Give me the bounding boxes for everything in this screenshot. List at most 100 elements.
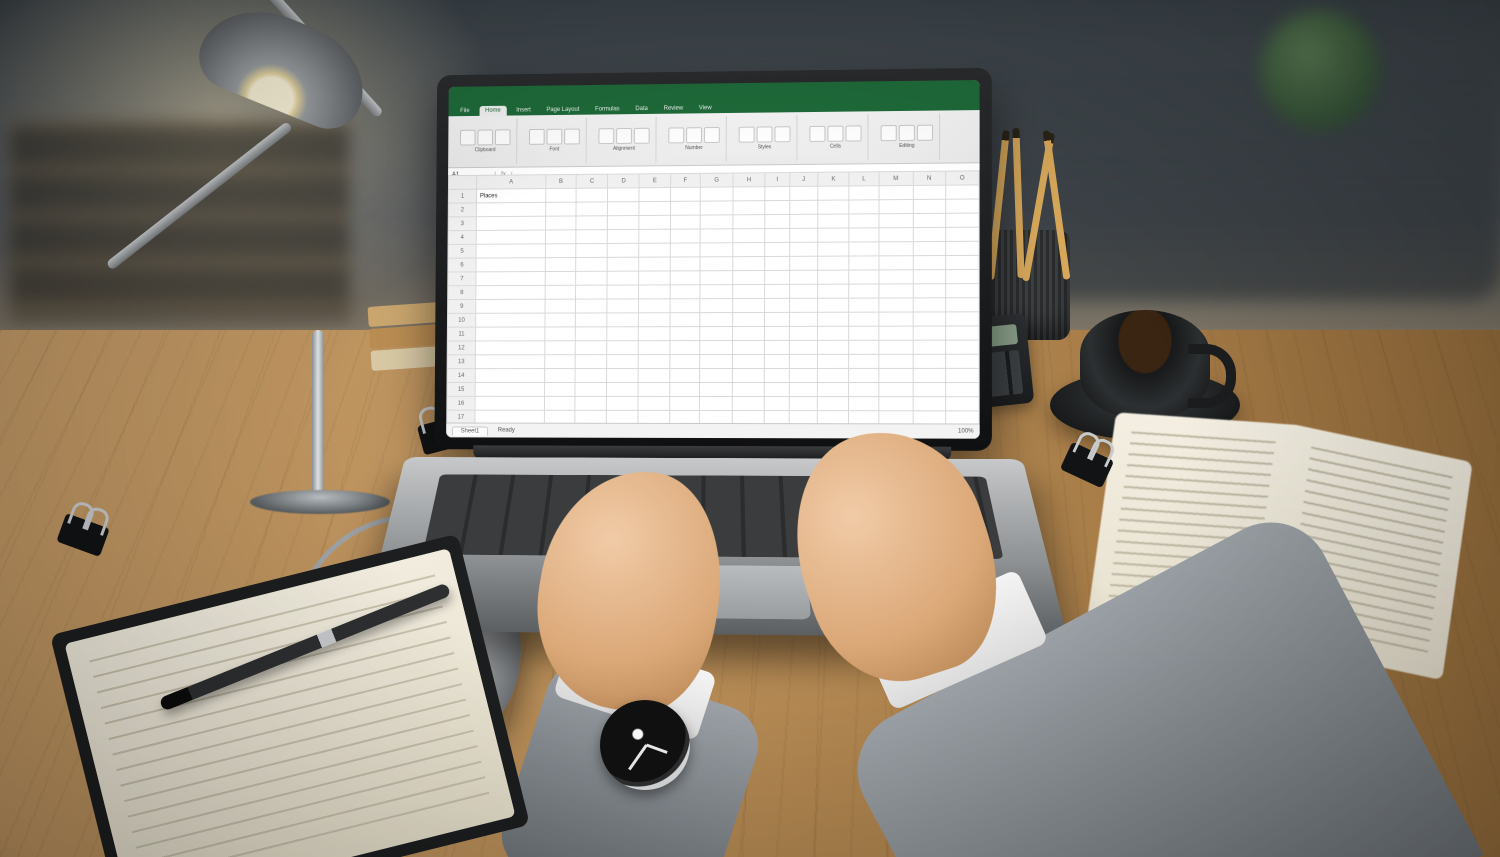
cell[interactable] [945, 326, 979, 340]
cell[interactable] [639, 327, 670, 341]
ribbon-button[interactable] [495, 129, 511, 145]
cell[interactable] [670, 271, 700, 285]
cell[interactable] [699, 382, 732, 396]
cell[interactable] [789, 242, 817, 256]
cell[interactable] [575, 396, 607, 410]
ribbon-tab-view[interactable]: View [693, 103, 718, 113]
cell[interactable] [765, 200, 790, 214]
row-header[interactable]: 12 [447, 341, 475, 355]
cell[interactable] [475, 382, 544, 396]
cell[interactable] [700, 243, 733, 257]
cell[interactable] [945, 185, 979, 199]
cell[interactable] [945, 227, 979, 241]
cell[interactable] [545, 216, 576, 230]
column-header[interactable]: G [700, 173, 733, 187]
cell[interactable] [849, 368, 879, 382]
cell[interactable] [765, 298, 790, 312]
cell[interactable] [913, 241, 946, 255]
ribbon-button[interactable] [598, 128, 614, 144]
ribbon-tab-insert[interactable]: Insert [510, 105, 536, 115]
cell[interactable] [913, 298, 946, 312]
cell[interactable] [575, 355, 607, 369]
cell[interactable] [764, 383, 789, 397]
column-header[interactable]: K [818, 172, 849, 186]
cell[interactable] [733, 201, 765, 215]
cell[interactable] [476, 327, 545, 341]
column-header[interactable]: I [765, 173, 790, 187]
cell[interactable] [733, 215, 765, 229]
cell[interactable] [789, 284, 817, 298]
cell[interactable] [733, 284, 765, 298]
cell[interactable] [575, 327, 607, 341]
cell[interactable] [765, 312, 790, 326]
cell[interactable] [576, 202, 608, 216]
cell[interactable] [576, 243, 608, 257]
row-header[interactable]: 14 [447, 369, 475, 383]
cell[interactable] [818, 270, 849, 284]
cell[interactable] [879, 242, 913, 256]
cell[interactable] [879, 284, 913, 298]
cell[interactable] [764, 397, 789, 411]
cell[interactable] [818, 228, 849, 242]
cell[interactable] [670, 187, 700, 201]
column-header[interactable]: D [608, 174, 640, 188]
cell[interactable] [545, 244, 576, 258]
cell[interactable] [849, 383, 879, 397]
cell[interactable] [639, 313, 670, 327]
cell[interactable] [607, 313, 639, 327]
cell[interactable] [639, 271, 670, 285]
cell[interactable] [476, 258, 545, 272]
cell[interactable] [732, 368, 764, 382]
column-header[interactable]: M [879, 171, 913, 185]
cell[interactable] [732, 397, 764, 411]
cell[interactable] [546, 202, 577, 216]
cell[interactable] [670, 285, 700, 299]
row-header[interactable]: 3 [448, 217, 476, 231]
cell[interactable] [669, 369, 699, 383]
cell[interactable] [789, 326, 817, 340]
cell[interactable] [608, 188, 640, 202]
ribbon-button[interactable] [460, 130, 476, 146]
cell[interactable] [545, 355, 576, 369]
ribbon-button[interactable] [845, 125, 861, 141]
column-header[interactable]: B [546, 174, 577, 188]
cell[interactable] [544, 382, 575, 396]
cell[interactable] [789, 270, 817, 284]
cell[interactable] [849, 200, 878, 214]
ribbon-button[interactable] [881, 125, 897, 141]
column-header[interactable]: F [670, 173, 700, 187]
cell[interactable] [913, 185, 946, 199]
cell[interactable] [545, 271, 576, 285]
row-header[interactable]: 9 [448, 299, 476, 313]
cell[interactable] [789, 312, 817, 326]
column-header[interactable]: A [477, 175, 546, 189]
column-header[interactable]: N [913, 171, 946, 185]
column-header[interactable]: O [945, 171, 979, 185]
cell[interactable] [639, 285, 670, 299]
row-header[interactable]: 11 [447, 327, 475, 341]
row-header[interactable]: 6 [448, 258, 476, 272]
cell[interactable] [670, 355, 700, 369]
cell[interactable] [913, 383, 946, 397]
cell[interactable] [575, 369, 607, 383]
row-header[interactable]: 13 [447, 355, 475, 369]
cell[interactable] [700, 299, 733, 313]
cell[interactable] [638, 396, 669, 410]
cell[interactable] [476, 216, 545, 230]
row-header[interactable]: 4 [448, 230, 476, 244]
cell[interactable] [818, 284, 849, 298]
cell[interactable] [670, 327, 700, 341]
cell[interactable] [575, 313, 607, 327]
cell[interactable] [765, 256, 790, 270]
cell[interactable] [607, 327, 639, 341]
cell[interactable] [669, 382, 699, 396]
cell[interactable] [817, 397, 848, 411]
cell[interactable] [476, 230, 545, 244]
cell[interactable] [608, 216, 640, 230]
cell[interactable] [878, 383, 912, 397]
cell[interactable] [607, 382, 639, 396]
cell[interactable] [849, 228, 879, 242]
cell[interactable] [878, 397, 912, 411]
cell[interactable] [639, 299, 670, 313]
cell[interactable] [607, 355, 639, 369]
